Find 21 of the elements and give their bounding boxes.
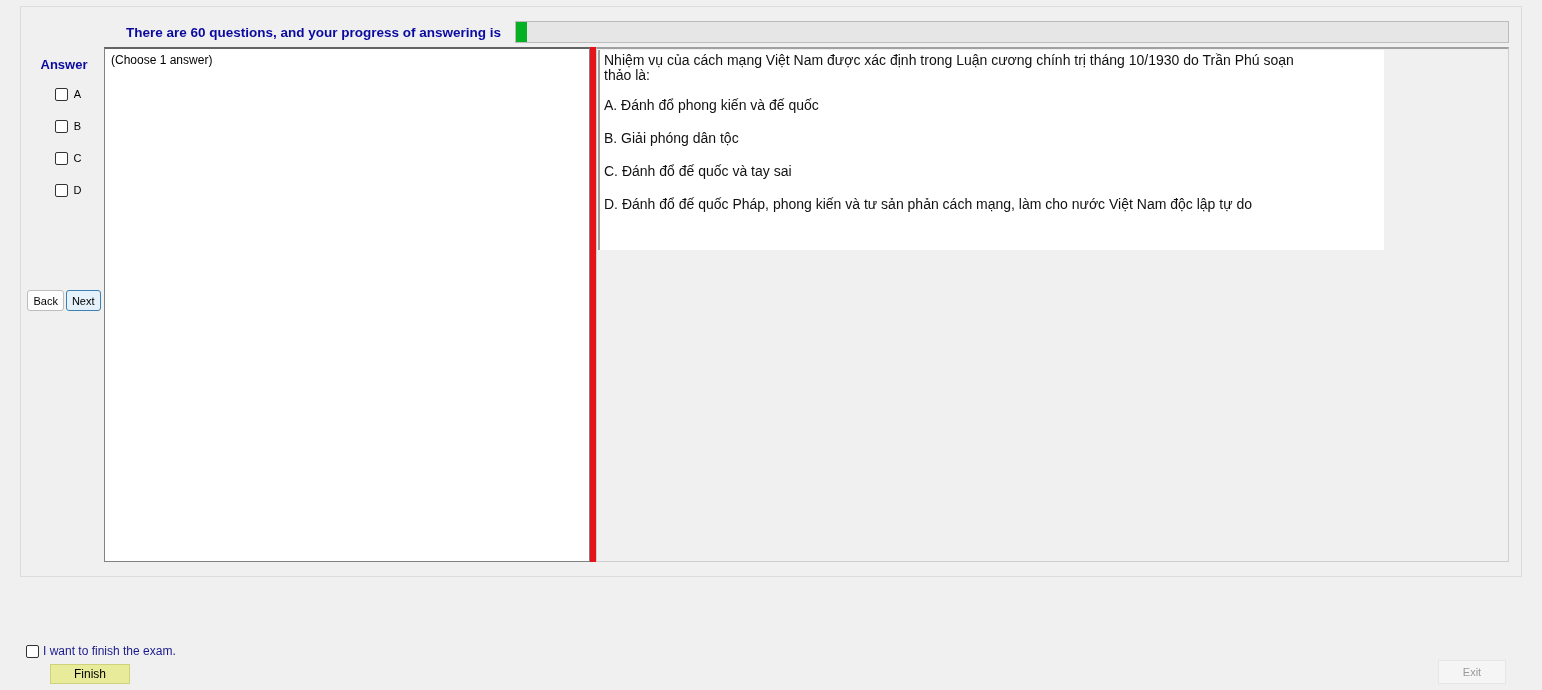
answer-heading: Answer	[40, 57, 88, 72]
checkbox[interactable]	[54, 87, 68, 101]
question-text: Nhiệm vụ của cách mạng Việt Nam được xác định trong Luận cương chính trị tháng 10/1930 do Trần Phú soạn thảo là:	[604, 53, 1295, 83]
choice-text: A. Đánh đổ phong kiến và đế quốc	[604, 97, 820, 113]
nav-button[interactable]: Back	[27, 290, 64, 311]
choice-text: C. Đánh đổ đế quốc và tay sai	[604, 163, 793, 179]
checkbox[interactable]	[54, 119, 68, 133]
finish-label: I want to finish the exam.	[43, 644, 176, 658]
answer-box[interactable]: (Choose 1 answer)	[104, 47, 590, 562]
option-label: B	[73, 120, 82, 132]
choice-text: D. Đánh đổ đế quốc Pháp, phong kiến và tư sản phản cách mạng, làm cho nước Việt Nam độc lập tự do	[604, 196, 1253, 212]
finish-button[interactable]: Finish	[50, 664, 130, 684]
option-label: D	[73, 184, 82, 196]
progress-label: There are 60 questions, and your progress of answering is	[126, 24, 502, 40]
option-label: C	[73, 152, 82, 164]
checkbox[interactable]	[54, 151, 68, 165]
finish-checkbox[interactable]	[26, 644, 39, 658]
choice-text: B. Giải phóng dân tộc	[604, 130, 740, 146]
checkbox[interactable]	[54, 183, 68, 197]
nav-button[interactable]: Next	[65, 290, 101, 311]
option-label: A	[73, 88, 82, 100]
